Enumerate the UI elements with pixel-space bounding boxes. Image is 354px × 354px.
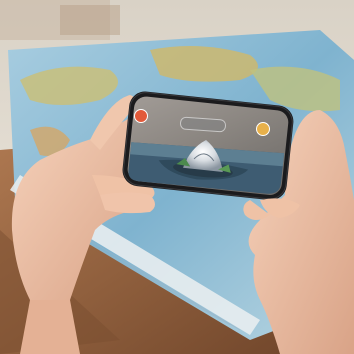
- left-thumb: [100, 192, 155, 214]
- photo-scene: [0, 0, 354, 354]
- ar-back-icon[interactable]: [134, 109, 148, 123]
- scene-illustration: [0, 0, 354, 354]
- smartphone: [122, 91, 294, 201]
- ar-coin-icon[interactable]: [256, 122, 270, 136]
